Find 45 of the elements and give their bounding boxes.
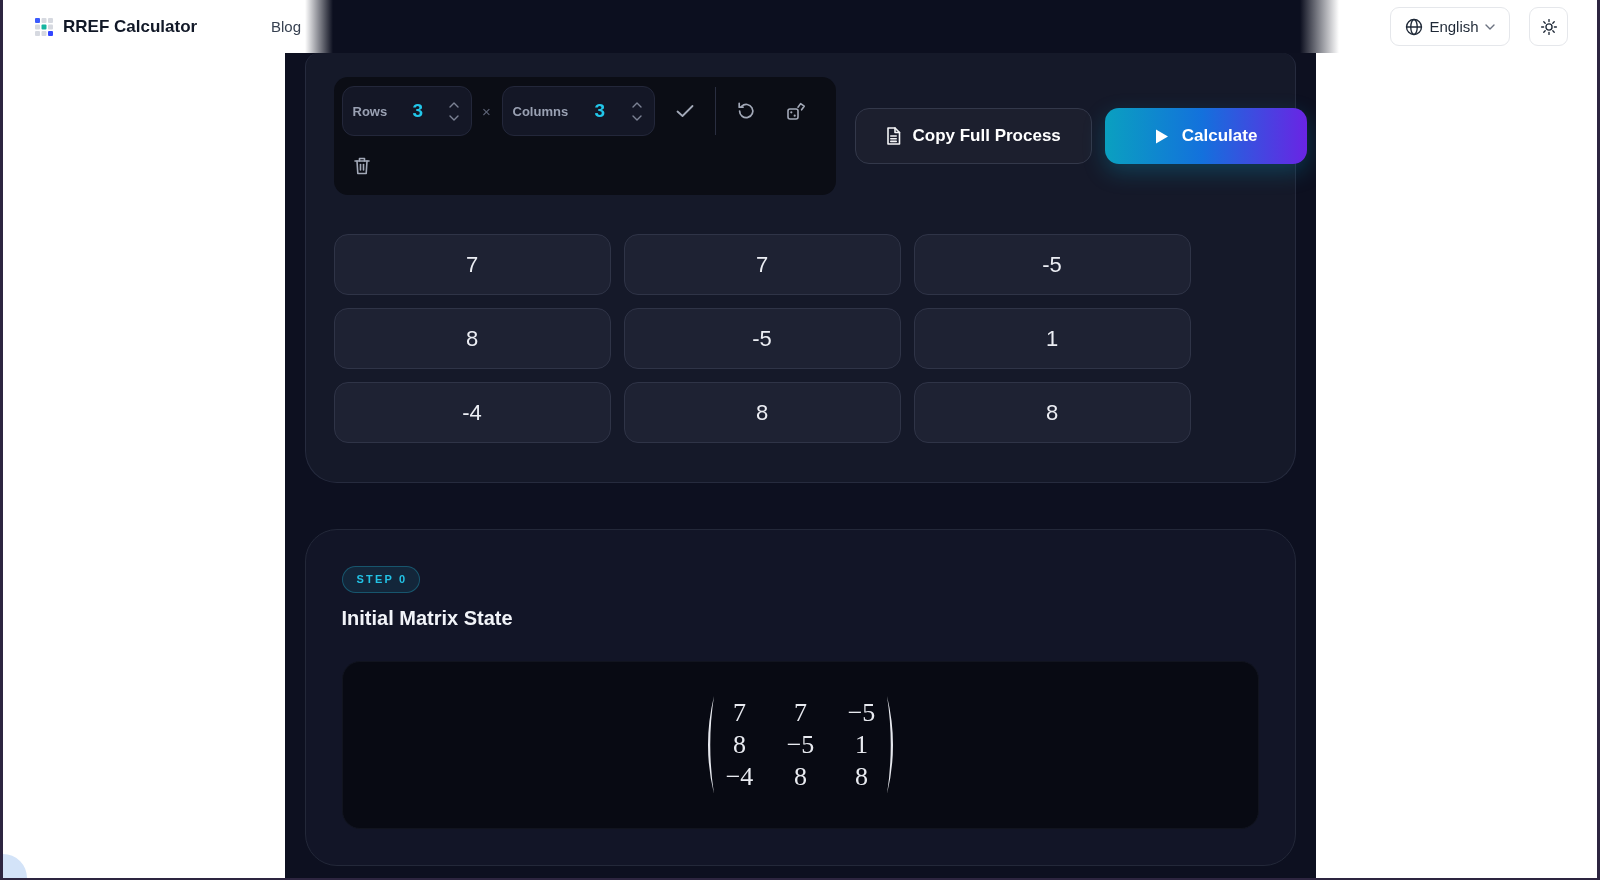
- matrix-entry: 7: [794, 697, 807, 729]
- columns-input[interactable]: 3: [591, 100, 608, 122]
- matrix-input[interactable]: -5: [913, 234, 1191, 295]
- matrix-input[interactable]: 8: [623, 382, 901, 443]
- matrix-input[interactable]: 7: [333, 234, 611, 295]
- check-icon: [675, 104, 694, 118]
- matrix-entry: −5: [786, 729, 815, 761]
- matrix-input[interactable]: 8: [333, 308, 611, 369]
- step-label: STEP 0: [341, 566, 421, 593]
- matrix-input[interactable]: 1: [913, 308, 1191, 369]
- document-icon: [885, 127, 901, 145]
- matrix-entry: 7: [733, 697, 746, 729]
- nav-link[interactable]: Blog: [271, 18, 302, 35]
- field-label: Rows: [352, 103, 388, 119]
- globe-icon: [1405, 17, 1424, 36]
- chevron-up-icon[interactable]: [631, 101, 642, 108]
- brand-name: RREF Calculator: [63, 16, 198, 37]
- reset-icon: [735, 101, 756, 121]
- language-button[interactable]: English: [1390, 7, 1510, 46]
- matrix-input[interactable]: -4: [333, 382, 611, 443]
- logo-icon: [35, 17, 53, 36]
- matrix-entry: −4: [725, 761, 754, 793]
- sun-icon: [1539, 17, 1558, 36]
- chevron-down-icon[interactable]: [631, 114, 642, 121]
- trash-icon: [353, 157, 370, 175]
- matrix-entry: 1: [855, 729, 868, 761]
- rows-input[interactable]: 3: [409, 100, 426, 122]
- field-label: Columns: [512, 103, 569, 119]
- matrix-input[interactable]: -5: [623, 308, 901, 369]
- matrix-entry: 8: [855, 761, 868, 793]
- times-sign: ×: [481, 102, 492, 120]
- chevron-up-icon[interactable]: [448, 101, 459, 108]
- matrix-entry: −5: [847, 697, 876, 729]
- matrix-entry: 8: [794, 761, 807, 793]
- chevron-down-icon: [1484, 23, 1495, 30]
- matrix-entry: 8: [733, 729, 746, 761]
- dice-icon: [785, 101, 806, 121]
- copy-process-button[interactable]: Copy Full Process: [854, 108, 1092, 164]
- theme-toggle-button[interactable]: [1529, 7, 1568, 46]
- step-title: Initial Matrix State: [341, 606, 513, 630]
- matrix-input[interactable]: 8: [913, 382, 1191, 443]
- matrix-input[interactable]: 7: [623, 234, 901, 295]
- chevron-down-icon[interactable]: [448, 114, 459, 121]
- play-icon: [1154, 128, 1168, 144]
- calculate-button[interactable]: Calculate: [1104, 108, 1308, 164]
